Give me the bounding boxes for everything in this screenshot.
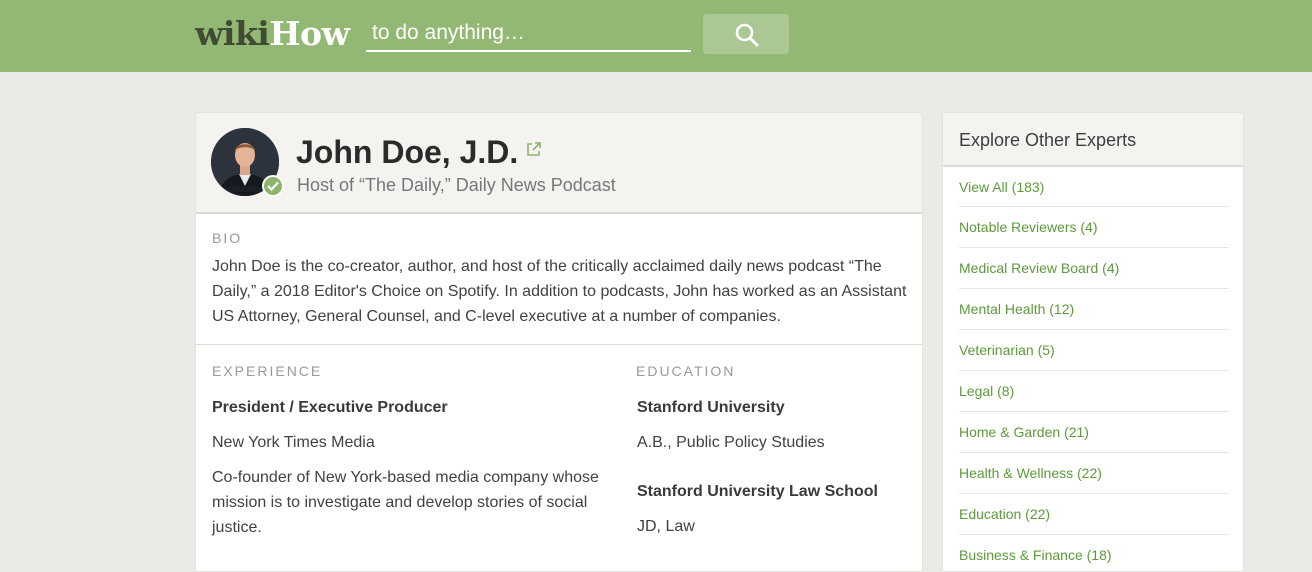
education-school: Stanford University Law School xyxy=(637,483,878,500)
sidebar-title: Explore Other Experts xyxy=(959,130,1137,150)
bio-label: BIO xyxy=(212,230,243,246)
sidebar-item-mental-health[interactable]: Mental Health (12) xyxy=(959,289,1229,330)
education-school: Stanford University xyxy=(637,399,785,416)
bio-text: John Doe is the co-creator, author, and … xyxy=(212,258,907,325)
sidebar-item-veterinarian[interactable]: Veterinarian (5) xyxy=(959,330,1229,371)
sidebar-item-business-finance[interactable]: Business & Finance (18) xyxy=(959,535,1229,571)
profile-header: John Doe, J.D. Host of “The Daily,” Dail… xyxy=(196,113,922,214)
sidebar-item-home-garden[interactable]: Home & Garden (21) xyxy=(959,412,1229,453)
experience-description: Co-founder of New York-based media compa… xyxy=(212,469,599,536)
education-label: EDUCATION xyxy=(636,363,736,379)
search-icon xyxy=(735,23,759,47)
external-link-icon xyxy=(527,142,541,156)
sidebar-item-education[interactable]: Education (22) xyxy=(959,494,1229,535)
sidebar-list: View All (183) Notable Reviewers (4) Med… xyxy=(959,167,1229,571)
top-header: wikiHow xyxy=(0,0,1312,72)
wikihow-logo[interactable]: wikiHow xyxy=(195,14,350,54)
verified-check-icon xyxy=(267,181,279,191)
sidebar-item-health-wellness[interactable]: Health & Wellness (22) xyxy=(959,453,1229,494)
logo-wiki-text: wiki xyxy=(195,14,270,53)
search-button[interactable] xyxy=(703,14,789,54)
expert-subtitle: Host of “The Daily,” Daily News Podcast xyxy=(297,175,616,195)
section-divider xyxy=(196,344,922,345)
sidebar-item-medical-review-board[interactable]: Medical Review Board (4) xyxy=(959,248,1229,289)
sidebar-item-legal[interactable]: Legal (8) xyxy=(959,371,1229,412)
external-link[interactable] xyxy=(526,141,542,162)
sidebar-item-view-all[interactable]: View All (183) xyxy=(959,167,1229,207)
expert-name: John Doe, J.D. xyxy=(296,134,519,170)
education-degree: JD, Law xyxy=(637,518,695,535)
experience-label: EXPERIENCE xyxy=(212,363,323,379)
explore-experts-sidebar: Explore Other Experts View All (183) Not… xyxy=(942,112,1244,572)
search-input[interactable] xyxy=(366,16,691,52)
experience-company: New York Times Media xyxy=(212,434,375,451)
logo-how-text: How xyxy=(269,14,350,53)
sidebar-item-notable-reviewers[interactable]: Notable Reviewers (4) xyxy=(959,207,1229,248)
education-degree: A.B., Public Policy Studies xyxy=(637,434,825,451)
verified-badge xyxy=(262,175,284,197)
expert-profile-card: John Doe, J.D. Host of “The Daily,” Dail… xyxy=(195,112,923,572)
experience-title: President / Executive Producer xyxy=(212,399,448,416)
sidebar-header: Explore Other Experts xyxy=(943,113,1243,167)
